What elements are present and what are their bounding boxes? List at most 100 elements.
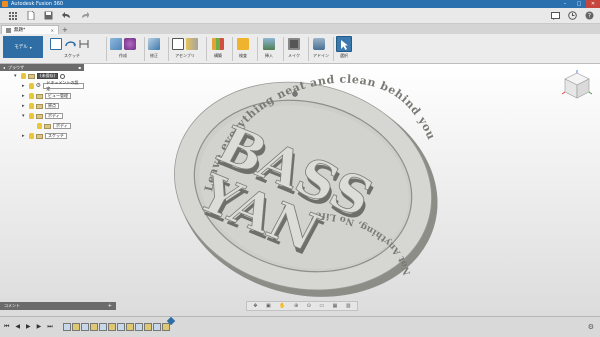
visibility-bulb-icon[interactable] — [37, 123, 42, 129]
viewports-icon[interactable]: ▥ — [346, 303, 351, 309]
display-settings-icon[interactable]: ▭ — [319, 303, 324, 309]
browser-node[interactable]: ▸ 原点 — [0, 101, 84, 111]
browser-header[interactable]: ◂ ブラウザ ▪ — [0, 64, 84, 71]
ribbon-group-inspect[interactable]: 検査 — [237, 36, 249, 62]
sphere-pattern-icon[interactable] — [124, 38, 136, 50]
zoom-icon[interactable]: ⊕ — [294, 303, 298, 309]
timeline-track[interactable] — [62, 316, 175, 332]
visibility-bulb-icon[interactable] — [29, 103, 34, 109]
ribbon-group-create[interactable]: 作成 — [110, 36, 136, 62]
toolbar-ribbon: モデル ▾ スケッチ 作成 修正 アセンブリ 構築 検査 挿入 メイク アドイン… — [0, 34, 600, 64]
visibility-bulb-icon[interactable] — [29, 113, 34, 119]
undo-icon[interactable] — [62, 11, 71, 20]
new-tab-icon[interactable]: + — [62, 25, 68, 34]
scripts-icon[interactable] — [313, 38, 325, 50]
timeline-feature[interactable] — [143, 323, 152, 331]
timeline-feature[interactable] — [134, 323, 143, 331]
ribbon-group-addins[interactable]: アドイン — [313, 36, 329, 62]
expand-down-icon[interactable]: ▾ — [14, 73, 19, 79]
timeline-feature[interactable] — [125, 323, 134, 331]
file-icon[interactable] — [26, 11, 35, 20]
timeline-end-icon[interactable]: ⏭ — [47, 323, 52, 331]
add-comment-icon[interactable]: + — [108, 303, 112, 309]
ribbon-group-select[interactable]: 選択 — [336, 36, 352, 62]
ribbon-group-sketch[interactable]: スケッチ — [50, 36, 90, 62]
browser-node-label: ビュー管理 — [45, 93, 71, 99]
ribbon-group-insert[interactable]: 挿入 — [263, 36, 275, 62]
line-tool-icon[interactable] — [78, 38, 90, 50]
browser-node[interactable]: ▾ ボディ — [0, 111, 84, 121]
timeline-feature[interactable] — [152, 323, 161, 331]
document-tab[interactable]: 無題* ✕ — [1, 25, 59, 34]
expand-right-icon[interactable]: ▸ — [22, 93, 27, 99]
look-at-icon[interactable]: ▣ — [266, 303, 271, 309]
stop-sketch-icon[interactable] — [64, 38, 76, 50]
minimize-button[interactable]: – — [558, 0, 572, 8]
timeline-feature[interactable] — [107, 323, 116, 331]
new-component-icon[interactable] — [172, 38, 184, 50]
timeline-feature[interactable] — [62, 323, 71, 331]
canvas-viewport[interactable]: Leave everything neat and clean behind y… — [0, 64, 600, 316]
joint-icon[interactable] — [186, 38, 198, 50]
workspace-switcher[interactable]: モデル ▾ — [3, 36, 43, 58]
visibility-bulb-icon[interactable] — [29, 133, 34, 139]
ribbon-group-make[interactable]: メイク — [288, 36, 300, 62]
help-icon[interactable]: ? — [585, 11, 594, 20]
timeline-feature[interactable] — [89, 323, 98, 331]
close-button[interactable]: ✕ — [586, 0, 600, 8]
document-tab-bar: 無題* ✕ + — [0, 24, 600, 34]
timeline-feature[interactable] — [80, 323, 89, 331]
view-cube[interactable] — [561, 70, 593, 100]
browser-node[interactable]: ▸ ⚙ ドキュメントの設定 — [0, 80, 84, 91]
timeline-play-icon[interactable]: ▶ — [26, 323, 31, 331]
browser-node[interactable]: ▸ スケッチ — [0, 131, 84, 141]
visibility-bulb-icon[interactable] — [28, 83, 34, 89]
timeline-prev-icon[interactable]: ◀ — [15, 323, 20, 331]
expand-down-icon[interactable]: ▾ — [22, 113, 27, 119]
expand-right-icon[interactable]: ▸ — [22, 103, 27, 109]
press-pull-icon[interactable] — [148, 38, 160, 50]
pan-icon[interactable]: ✋ — [279, 303, 285, 309]
grid-settings-icon[interactable]: ▦ — [333, 303, 338, 309]
tab-close-icon[interactable]: ✕ — [51, 28, 54, 33]
chat-icon[interactable] — [551, 11, 560, 20]
insert-image-icon[interactable] — [263, 38, 275, 50]
browser-node[interactable]: ▸ ビュー管理 — [0, 91, 84, 101]
expand-right-icon[interactable]: ▸ — [22, 133, 27, 139]
save-icon[interactable] — [44, 11, 53, 20]
coin-model[interactable]: Leave everything neat and clean behind y… — [0, 64, 600, 316]
timeline-feature[interactable] — [116, 323, 125, 331]
create-sketch-icon[interactable] — [50, 38, 62, 50]
timeline-feature[interactable] — [71, 323, 80, 331]
pin-icon[interactable]: ▪ — [78, 65, 81, 70]
timeline-feature[interactable] — [161, 323, 170, 331]
expand-right-icon[interactable]: ▸ — [22, 83, 27, 89]
3d-print-icon[interactable] — [288, 38, 300, 50]
document-icon — [6, 27, 11, 33]
redo-icon[interactable] — [80, 11, 89, 20]
ribbon-label-insert: 挿入 — [265, 53, 273, 58]
box-icon[interactable] — [110, 38, 122, 50]
maximize-button[interactable]: □ — [572, 0, 586, 8]
timeline-settings-icon[interactable]: ⚙ — [588, 323, 594, 331]
ribbon-group-assemble[interactable]: アセンブリ — [172, 36, 198, 62]
offset-plane-icon[interactable] — [212, 38, 224, 50]
timeline-feature[interactable] — [98, 323, 107, 331]
ribbon-group-construct[interactable]: 構築 — [212, 36, 224, 62]
comments-bar[interactable]: コメント + — [0, 302, 116, 310]
orbit-icon[interactable]: ✥ — [253, 303, 257, 309]
timeline-next-icon[interactable]: ▶ — [37, 323, 42, 331]
browser-node[interactable]: ボディ — [0, 121, 84, 131]
activate-radio-icon[interactable] — [60, 73, 66, 79]
collapse-arrow-icon[interactable]: ◂ — [3, 65, 5, 70]
measure-icon[interactable] — [237, 38, 249, 50]
visibility-bulb-icon[interactable] — [21, 73, 26, 79]
grid-menu-icon[interactable] — [8, 11, 17, 20]
clock-icon[interactable] — [568, 11, 577, 20]
ribbon-group-modify[interactable]: 修正 — [148, 36, 160, 62]
timeline-start-icon[interactable]: ⏮ — [4, 323, 9, 331]
select-icon[interactable] — [336, 36, 352, 52]
ribbon-label-assemble: アセンブリ — [175, 53, 195, 58]
visibility-bulb-icon[interactable] — [29, 93, 34, 99]
fit-icon[interactable]: ⊙ — [307, 303, 311, 309]
